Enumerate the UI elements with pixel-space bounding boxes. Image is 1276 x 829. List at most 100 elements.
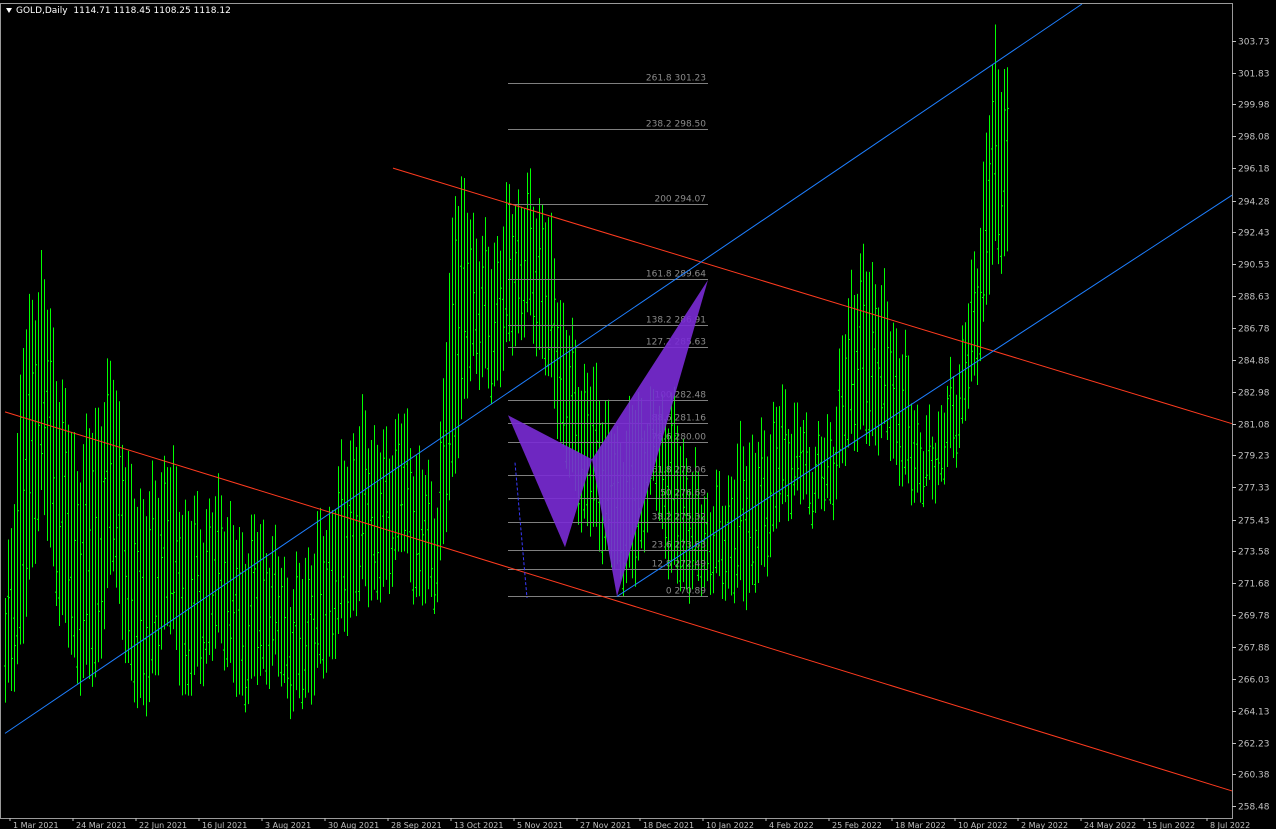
fib-level-label: 0 270.89	[666, 587, 706, 597]
price-bar	[715, 469, 718, 574]
price-bar	[361, 394, 364, 580]
price-bar	[403, 413, 406, 552]
price-bar	[253, 514, 256, 677]
price-bar	[85, 413, 88, 665]
price-bar	[451, 217, 454, 477]
dropdown-triangle-icon[interactable]	[6, 8, 12, 13]
y-tick-label: 301.83	[1238, 70, 1270, 80]
price-bar	[115, 390, 118, 588]
price-bar	[220, 495, 223, 644]
price-bar	[82, 444, 85, 678]
price-bar	[739, 420, 742, 581]
price-bar	[970, 259, 973, 382]
price-bar	[883, 268, 886, 425]
price-bar	[346, 466, 349, 637]
x-tick-label: 10 Jan 2022	[706, 821, 754, 829]
price-bar	[28, 293, 31, 580]
y-tick-label: 284.88	[1238, 357, 1270, 367]
pattern-dashed-line	[514, 462, 528, 599]
y-tick-label: 296.18	[1238, 165, 1270, 175]
price-bar	[295, 551, 298, 691]
price-bar	[184, 499, 187, 695]
price-bar	[718, 471, 721, 577]
price-bar	[283, 556, 286, 683]
y-tick-label: 279.23	[1238, 452, 1270, 462]
price-bar	[7, 539, 10, 683]
price-bar	[337, 466, 340, 634]
x-tick-label: 27 Nov 2021	[580, 821, 631, 829]
price-bar	[298, 562, 301, 699]
price-bar	[292, 589, 295, 712]
price-bar	[541, 204, 544, 359]
price-bar	[829, 422, 832, 505]
price-bar	[526, 172, 529, 313]
price-bar	[805, 412, 808, 495]
y-tick-label: 303.73	[1238, 38, 1270, 48]
x-tick-label: 28 Sep 2021	[391, 821, 442, 829]
price-bar	[304, 557, 307, 698]
price-bar	[148, 491, 151, 703]
price-bar	[847, 298, 850, 448]
y-tick-label: 260.38	[1238, 771, 1270, 781]
price-bar	[445, 342, 448, 533]
price-bar	[712, 506, 715, 594]
price-bar	[748, 442, 751, 593]
y-tick-label: 277.33	[1238, 484, 1270, 494]
price-bar	[151, 460, 154, 674]
price-bar	[40, 249, 43, 491]
price-bar	[67, 424, 70, 648]
price-bar	[358, 426, 361, 602]
price-bar	[205, 509, 208, 664]
price-bar	[22, 347, 25, 644]
price-bar	[424, 474, 427, 604]
price-bar	[217, 473, 220, 633]
price-bar	[430, 481, 433, 597]
price-bar	[469, 219, 472, 382]
price-bar	[301, 578, 304, 710]
price-bar	[922, 451, 925, 508]
y-tick-label: 264.13	[1238, 708, 1270, 718]
price-bar	[91, 432, 94, 687]
price-chart[interactable]: 261.8 301.23 238.2 298.50 200 294.07 161.8 …	[0, 0, 1276, 829]
price-bar	[328, 506, 331, 657]
price-bar	[52, 327, 55, 567]
price-bar	[544, 222, 547, 376]
price-bar	[415, 455, 418, 598]
price-bar	[868, 271, 871, 446]
price-bar	[496, 235, 499, 381]
price-bar	[943, 412, 946, 485]
x-tick-label: 13 Oct 2021	[454, 821, 503, 829]
price-bar	[994, 24, 997, 242]
price-bar	[505, 182, 508, 343]
chart-root: 261.8 301.23 238.2 298.50 200 294.07 161.8 …	[0, 0, 1276, 829]
price-bar	[919, 432, 922, 503]
price-bar	[34, 320, 37, 564]
x-tick-label: 22 Jun 2021	[139, 821, 187, 829]
price-bar	[850, 269, 853, 434]
price-bar	[1003, 68, 1006, 257]
price-bar	[856, 293, 859, 452]
price-bar	[274, 524, 277, 655]
price-bar	[898, 358, 901, 486]
ohlc-readout: 1114.71 1118.45 1108.25 1118.12	[73, 6, 231, 16]
price-bar	[343, 460, 346, 632]
y-tick-label: 290.53	[1238, 261, 1270, 271]
price-bar	[16, 433, 19, 665]
price-bar	[175, 466, 178, 651]
price-bar	[202, 542, 205, 687]
price-bar	[409, 448, 412, 583]
price-bar	[976, 268, 979, 386]
price-bar	[160, 472, 163, 650]
x-tick-label: 24 May 2022	[1084, 821, 1136, 829]
price-bar	[313, 553, 316, 696]
price-bar	[667, 428, 670, 580]
price-bar	[124, 467, 127, 664]
price-bar	[934, 442, 937, 504]
price-bar	[562, 302, 565, 447]
price-bar	[307, 547, 310, 693]
fib-level-label: 50 276.69	[660, 489, 706, 499]
price-bar	[799, 426, 802, 505]
price-bar	[982, 161, 985, 322]
price-bar	[853, 295, 856, 451]
x-tick-label: 18 Dec 2021	[643, 821, 694, 829]
